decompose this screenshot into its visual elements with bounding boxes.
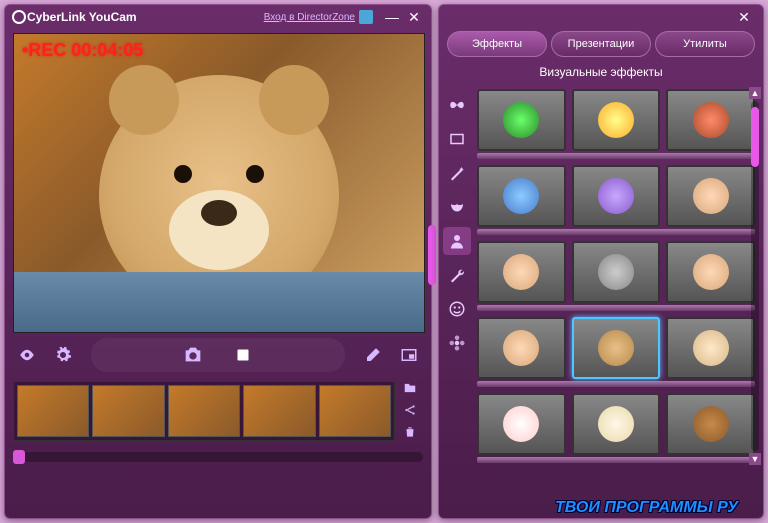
effect-dl-green[interactable] [477, 89, 566, 151]
butterfly-icon [448, 96, 466, 114]
panel-resize-grip[interactable] [428, 225, 436, 285]
scroll-thumb[interactable] [751, 107, 759, 167]
app-title: CyberLink YouCam [27, 10, 137, 24]
effect-man[interactable] [477, 317, 566, 379]
cat-butterfly[interactable] [443, 91, 471, 119]
trash-icon [403, 425, 417, 439]
share-icon [403, 403, 417, 417]
settings-button[interactable] [49, 343, 77, 367]
effects-area: ▲ ▼ [443, 85, 759, 467]
trash-button[interactable] [399, 424, 421, 442]
effect-girl[interactable] [666, 165, 755, 227]
effect-dog2[interactable] [666, 393, 755, 455]
effect-dog1[interactable] [572, 393, 661, 455]
wand-icon [448, 164, 466, 182]
smiley-icon [448, 300, 466, 318]
folder-button[interactable] [399, 380, 421, 398]
effects-close-button[interactable]: ✕ [733, 9, 755, 25]
folder-icon [403, 381, 417, 395]
gear-icon [54, 346, 72, 364]
cat-smiley[interactable] [443, 295, 471, 323]
timeline [13, 377, 423, 445]
flower-icon [448, 334, 466, 352]
timeline-thumb[interactable] [168, 385, 240, 437]
effect-categories [443, 85, 475, 467]
eraser-button[interactable] [359, 343, 387, 367]
shelf-divider [477, 305, 755, 311]
capture-group [91, 338, 345, 372]
effect-castle[interactable] [666, 89, 755, 151]
timeline-thumb[interactable] [319, 385, 391, 437]
effects-grid [475, 85, 759, 467]
effect-sky-face[interactable] [477, 165, 566, 227]
directorzone-icon[interactable] [359, 10, 373, 24]
effect-stone[interactable] [572, 241, 661, 303]
timeline-strip[interactable] [13, 381, 395, 441]
mask-icon [448, 198, 466, 216]
cat-frame[interactable] [443, 125, 471, 153]
cat-tools[interactable] [443, 261, 471, 289]
stop-icon [232, 344, 254, 366]
preview-toggle-button[interactable] [13, 343, 41, 367]
tab-bar: Эффекты Презентации Утилиты [447, 31, 755, 57]
eraser-icon [364, 346, 382, 364]
watermark: ТВОИ ПРОГРАММЫ РУ [555, 499, 738, 517]
minimize-button[interactable]: — [381, 9, 403, 25]
directorzone-link[interactable]: Вход в DirectorZone [264, 12, 355, 23]
cat-mask[interactable] [443, 193, 471, 221]
effect-dl-star[interactable] [572, 89, 661, 151]
effect-clown[interactable] [477, 393, 566, 455]
recording-overlay: •REC 00:04:05 [22, 40, 143, 61]
tab-utilities[interactable]: Утилиты [655, 31, 755, 57]
timeline-side-buttons [399, 380, 423, 442]
eye-icon [18, 346, 36, 364]
scroll-up-button[interactable]: ▲ [749, 87, 761, 99]
tab-effects[interactable]: Эффекты [447, 31, 547, 57]
effect-bald[interactable] [666, 317, 755, 379]
cat-avatar[interactable] [443, 227, 471, 255]
shelf-divider [477, 381, 755, 387]
snapshot-button[interactable] [173, 342, 213, 368]
tab-presentations[interactable]: Презентации [551, 31, 651, 57]
pip-button[interactable] [395, 343, 423, 367]
scroll-down-button[interactable]: ▼ [749, 453, 761, 465]
shelf-divider [477, 229, 755, 235]
app-logo-icon [11, 9, 27, 25]
effect-purple-hat[interactable] [572, 165, 661, 227]
share-button[interactable] [399, 402, 421, 420]
effect-guy[interactable] [477, 241, 566, 303]
titlebar: CyberLink YouCam Вход в DirectorZone — ✕ [5, 5, 431, 29]
timeline-scrollbar[interactable] [13, 447, 423, 467]
cat-flower[interactable] [443, 329, 471, 357]
video-preview: •REC 00:04:05 [13, 33, 425, 333]
avatar-icon [448, 232, 466, 250]
effects-panel: ✕ Эффекты Презентации Утилиты Визуальные… [438, 4, 764, 519]
timeline-thumb[interactable] [17, 385, 89, 437]
timeline-thumb[interactable] [243, 385, 315, 437]
effects-titlebar: ✕ [439, 5, 763, 29]
stop-record-button[interactable] [223, 342, 263, 368]
frame-icon [448, 130, 466, 148]
effects-grid-wrap: ▲ ▼ [475, 85, 759, 467]
scroll-handle[interactable] [13, 450, 25, 464]
effect-fan[interactable] [666, 241, 755, 303]
camera-icon [182, 344, 204, 366]
shelf-divider [477, 153, 755, 159]
effects-scrollbar[interactable]: ▲ ▼ [749, 87, 761, 465]
pip-icon [400, 346, 418, 364]
timeline-thumb[interactable] [92, 385, 164, 437]
close-button[interactable]: ✕ [403, 9, 425, 25]
cat-wand[interactable] [443, 159, 471, 187]
main-window: CyberLink YouCam Вход в DirectorZone — ✕… [4, 4, 432, 519]
effect-bear[interactable] [572, 317, 661, 379]
tools-icon [448, 266, 466, 284]
section-title: Визуальные эффекты [439, 59, 763, 85]
shelf-divider [477, 457, 755, 463]
controls-bar [13, 337, 423, 373]
